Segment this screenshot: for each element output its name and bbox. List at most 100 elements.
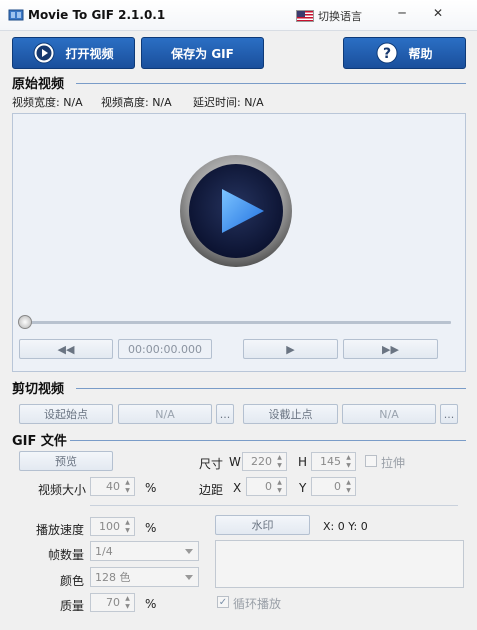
window-title: Movie To GIF 2.1.0.1: [28, 8, 166, 22]
play-circle-icon: [33, 42, 55, 64]
open-video-button[interactable]: 打开视频: [12, 37, 135, 69]
app-icon: [8, 9, 24, 21]
start-value: N/A: [155, 407, 175, 421]
switch-language-button[interactable]: 切换语言: [318, 8, 362, 24]
width-stepper[interactable]: 220 ▲ ▼: [242, 452, 287, 471]
watermark-label: 水印: [251, 519, 274, 532]
time-display: 00:00:00.000: [118, 339, 212, 359]
forward-button[interactable]: ▶▶: [343, 339, 438, 359]
preview-button[interactable]: 预览: [19, 451, 113, 471]
frames-value: 1/4: [95, 544, 113, 558]
video-height-label: 视频高度: N/A: [101, 96, 172, 109]
speed-spin-arrows[interactable]: ▲ ▼: [122, 519, 133, 534]
section-divider: [76, 388, 466, 389]
speed-value: 100: [99, 520, 120, 533]
section-divider: [76, 83, 466, 84]
speed-percent: %: [145, 521, 157, 535]
height-value: 145: [320, 455, 341, 468]
play-icon: ▶: [286, 342, 295, 356]
save-gif-label: 保存为 GIF: [171, 46, 234, 61]
save-gif-button[interactable]: 保存为 GIF: [141, 37, 264, 69]
quality-spin-arrows[interactable]: ▲ ▼: [122, 595, 133, 610]
loop-label: 循环播放: [233, 597, 282, 611]
open-video-label: 打开视频: [65, 46, 114, 61]
video-size-value: 40: [106, 480, 120, 493]
watermark-button[interactable]: 水印: [215, 515, 310, 535]
quality-label: 质量: [60, 599, 85, 613]
height-label: H: [298, 455, 308, 469]
set-start-button[interactable]: 设起始点: [19, 404, 113, 424]
big-play-icon[interactable]: [178, 153, 294, 269]
margin-label: 边距: [199, 483, 224, 497]
original-video-title: 原始视频: [12, 77, 65, 92]
title-bar: Movie To GIF 2.1.0.1 切换语言 ─ ✕: [0, 0, 477, 31]
margin-x-label: X: [233, 481, 242, 495]
delay-time-label: 延迟时间: N/A: [193, 96, 264, 109]
height-spin-arrows[interactable]: ▲ ▼: [343, 454, 354, 469]
size-label: 尺寸: [199, 457, 224, 471]
rewind-button[interactable]: ◀◀: [19, 339, 113, 359]
end-more-button[interactable]: ...: [440, 404, 458, 424]
end-value: N/A: [379, 407, 399, 421]
help-label: 帮助: [408, 46, 433, 61]
frames-label: 帧数量: [48, 548, 85, 562]
preview-label: 预览: [55, 455, 77, 468]
margin-y-spin-arrows[interactable]: ▲ ▼: [343, 479, 354, 494]
speed-stepper[interactable]: 100 ▲ ▼: [90, 517, 135, 536]
set-end-button[interactable]: 设截止点: [243, 404, 338, 424]
start-more-label: ...: [219, 407, 231, 421]
gif-file-title: GIF 文件: [12, 434, 67, 449]
stretch-label: 拉伸: [381, 456, 406, 470]
video-width-label: 视频宽度: N/A: [12, 96, 83, 109]
time-value: 00:00:00.000: [128, 342, 202, 356]
margin-y-label: Y: [299, 481, 307, 495]
section-divider: [90, 505, 458, 506]
quality-value: 70: [106, 596, 120, 609]
start-more-button[interactable]: ...: [216, 404, 234, 424]
margin-y-value: 0: [334, 480, 341, 493]
color-label: 颜色: [60, 574, 85, 588]
chevron-down-icon: [185, 549, 193, 554]
width-value: 220: [251, 455, 272, 468]
width-label: W: [229, 455, 241, 469]
color-select[interactable]: 128 色: [90, 567, 199, 587]
margin-y-stepper[interactable]: 0 ▲ ▼: [311, 477, 356, 496]
play-button[interactable]: ▶: [243, 339, 338, 359]
end-more-label: ...: [443, 407, 455, 421]
video-size-stepper[interactable]: 40 ▲ ▼: [90, 477, 135, 496]
stretch-checkbox[interactable]: [365, 455, 377, 467]
coords-readout: X: 0 Y: 0: [323, 520, 368, 533]
video-size-percent: %: [145, 481, 157, 495]
trim-video-title: 剪切视频: [12, 382, 65, 397]
video-size-spin-arrows[interactable]: ▲ ▼: [122, 479, 133, 494]
video-size-label: 视频大小: [38, 483, 87, 497]
quality-percent: %: [145, 597, 157, 611]
width-spin-arrows[interactable]: ▲ ▼: [274, 454, 285, 469]
section-divider: [70, 440, 466, 441]
margin-x-stepper[interactable]: 0 ▲ ▼: [246, 477, 287, 496]
margin-x-value: 0: [265, 480, 272, 493]
seek-track[interactable]: [24, 321, 451, 324]
set-start-label: 设起始点: [44, 408, 88, 421]
help-button[interactable]: ? 帮助: [343, 37, 466, 69]
svg-text:?: ?: [383, 46, 391, 62]
watermark-text-area[interactable]: [215, 540, 464, 588]
height-stepper[interactable]: 145 ▲ ▼: [311, 452, 356, 471]
color-value: 128 色: [95, 571, 131, 584]
minimize-button[interactable]: ─: [388, 2, 416, 24]
help-icon: ?: [376, 42, 398, 64]
set-end-label: 设截止点: [268, 408, 313, 421]
end-value-field: N/A: [342, 404, 436, 424]
us-flag-icon[interactable]: [296, 10, 314, 22]
forward-icon: ▶▶: [382, 342, 399, 356]
speed-label: 播放速度: [36, 523, 85, 537]
close-button[interactable]: ✕: [424, 2, 452, 24]
rewind-icon: ◀◀: [57, 342, 75, 356]
frames-select[interactable]: 1/4: [90, 541, 199, 561]
loop-checkbox[interactable]: ✓: [217, 596, 229, 608]
seek-thumb[interactable]: [18, 315, 32, 329]
margin-x-spin-arrows[interactable]: ▲ ▼: [274, 479, 285, 494]
start-value-field: N/A: [118, 404, 212, 424]
chevron-down-icon: [185, 575, 193, 580]
quality-stepper[interactable]: 70 ▲ ▼: [90, 593, 135, 612]
